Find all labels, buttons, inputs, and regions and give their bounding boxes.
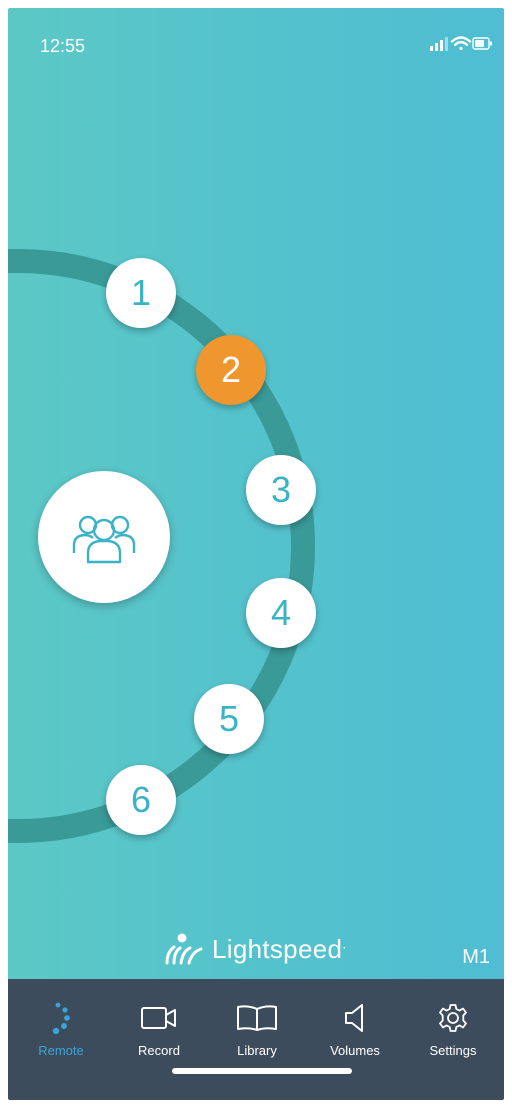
group-people-icon (72, 515, 136, 564)
tab-remote-label: Remote (38, 1043, 84, 1058)
lightspeed-logo-mark (165, 933, 203, 965)
all-groups-button[interactable] (38, 471, 170, 603)
tab-volumes[interactable]: Volumes (310, 1001, 400, 1058)
tab-record-label: Record (138, 1043, 180, 1058)
zone-3-label: 3 (270, 469, 292, 510)
gear-icon (439, 1004, 467, 1032)
mode-indicator: M1 (462, 946, 490, 968)
brand-mark: . (342, 934, 347, 951)
zone-6-label: 6 (130, 779, 152, 820)
zone-3-button[interactable]: 3 (246, 455, 316, 525)
zone-6-button[interactable]: 6 (106, 765, 176, 835)
remote-dots-icon (52, 1002, 70, 1035)
phone-screen: 12:55 1 2 3 4 5 6 Lightspeed. M1 Remote … (8, 8, 504, 1100)
tab-record[interactable]: Record (114, 1001, 204, 1058)
zone-5-button[interactable]: 5 (194, 684, 264, 754)
zone-2-button[interactable]: 2 (196, 335, 266, 405)
tab-bar: Remote Record Library Volumes Settings (8, 979, 504, 1100)
tab-settings-label: Settings (429, 1043, 477, 1058)
video-camera-icon (141, 1007, 176, 1029)
tab-library[interactable]: Library (212, 1001, 302, 1058)
zone-2-label: 2 (220, 349, 242, 390)
tab-library-label: Library (237, 1043, 277, 1058)
zone-1-button[interactable]: 1 (106, 258, 176, 328)
zone-5-label: 5 (218, 698, 240, 739)
lightspeed-logo: Lightspeed. (164, 932, 346, 966)
book-icon (237, 1005, 277, 1031)
zone-4-label: 4 (270, 592, 292, 633)
zone-4-button[interactable]: 4 (246, 578, 316, 648)
brand-name: Lightspeed (212, 933, 343, 964)
tab-settings[interactable]: Settings (408, 1001, 498, 1058)
home-indicator[interactable] (172, 1068, 352, 1074)
remote-screen: 12:55 1 2 3 4 5 6 Lightspeed. M1 (8, 8, 504, 979)
zone-1-label: 1 (130, 272, 152, 313)
tab-remote[interactable]: Remote (16, 1001, 106, 1058)
tab-volumes-label: Volumes (330, 1043, 380, 1058)
speaker-icon (345, 1004, 363, 1032)
